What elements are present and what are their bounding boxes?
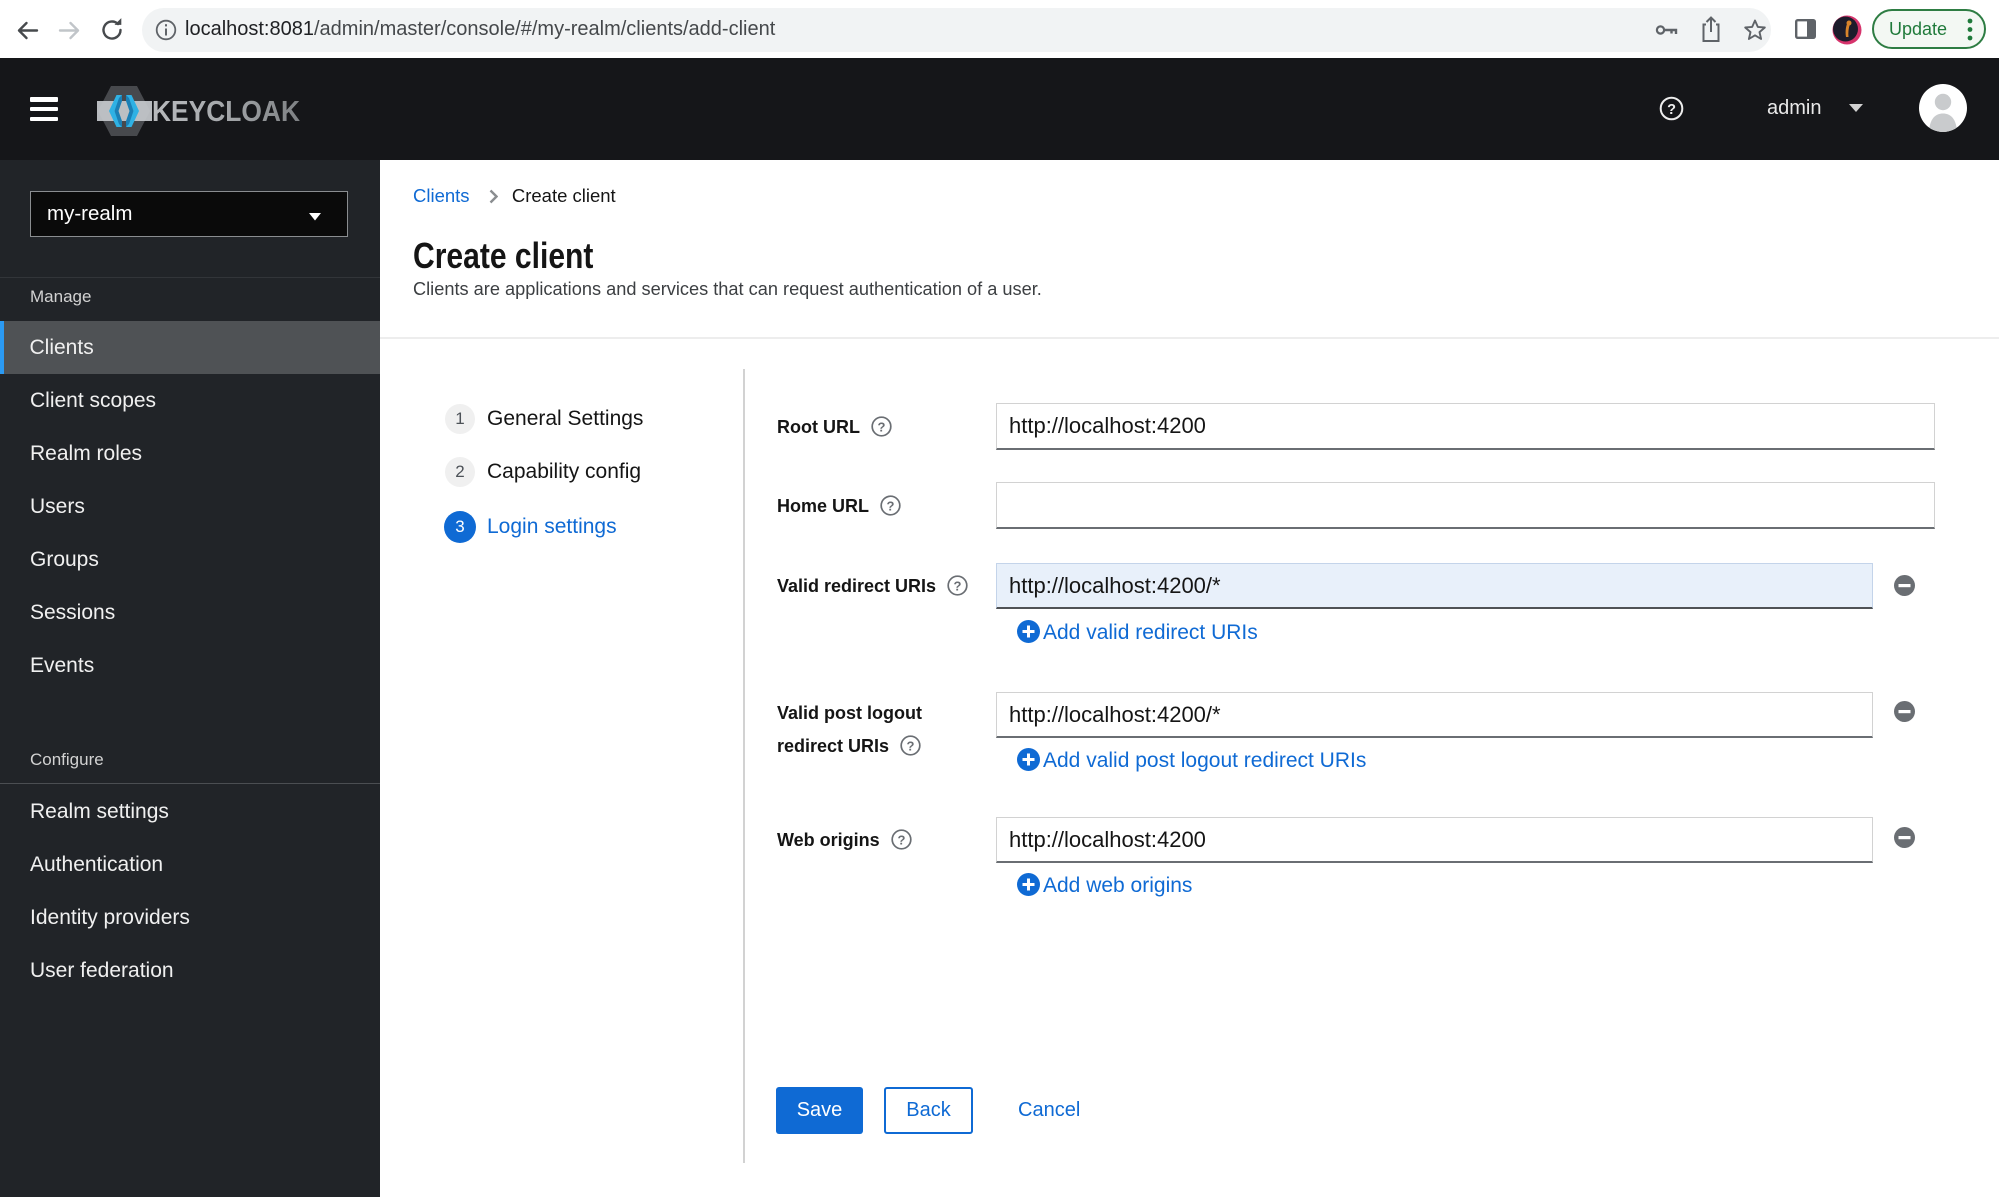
svg-text:?: ? (907, 738, 915, 753)
svg-text:?: ? (954, 578, 962, 593)
svg-text:?: ? (1667, 102, 1676, 118)
svg-text:?: ? (897, 832, 905, 847)
svg-text:?: ? (878, 419, 886, 434)
svg-text:KEYCLOAK: KEYCLOAK (152, 96, 300, 128)
svg-text:?: ? (887, 498, 895, 513)
